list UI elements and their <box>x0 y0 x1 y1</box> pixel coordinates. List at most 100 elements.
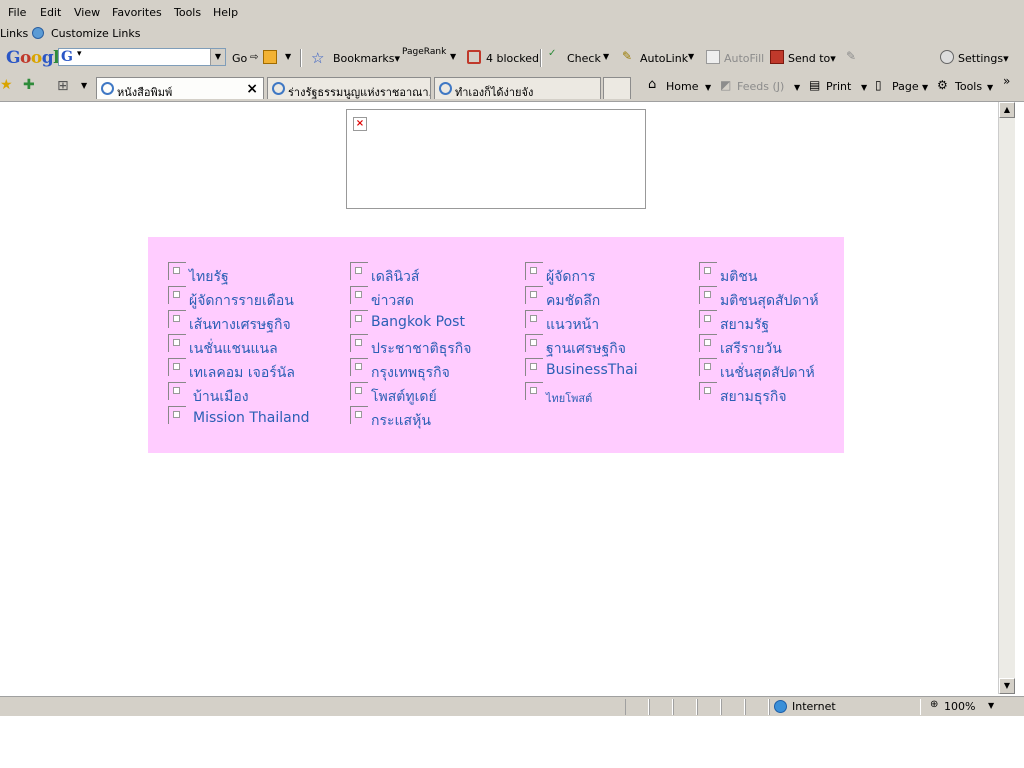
newspaper-name[interactable]: กระแสหุ้น <box>371 410 431 432</box>
links-bar: Links Customize Links <box>0 24 1024 44</box>
image-placeholder-icon <box>168 334 186 352</box>
menu-view[interactable]: View <box>74 6 100 19</box>
status-cell <box>649 699 673 715</box>
send-to-button[interactable]: Send to▾ <box>788 52 836 65</box>
puzzle-icon[interactable] <box>263 50 277 64</box>
favorites-star-icon[interactable]: ★ <box>0 77 13 93</box>
star-icon[interactable]: ☆ <box>311 49 324 67</box>
image-placeholder-icon <box>168 358 186 376</box>
chevron-more-icon[interactable]: » <box>1003 74 1010 88</box>
newspaper-name[interactable]: แนวหน้า <box>546 314 599 336</box>
new-tab-button[interactable] <box>603 77 631 99</box>
banner-placeholder: × <box>346 109 646 209</box>
chevron-down-icon[interactable]: ▼ <box>285 52 291 61</box>
ie-tab-icon <box>272 82 285 95</box>
quick-tabs-icon[interactable]: ⊞ <box>57 78 69 94</box>
spellcheck-icon[interactable]: ✓ <box>548 48 556 59</box>
newspaper-name[interactable]: เส้นทางเศรษฐกิจ <box>189 314 291 336</box>
tab-diy[interactable]: ทำเองก็ได้ง่ายจัง <box>434 77 601 99</box>
home-icon[interactable]: ⌂ <box>648 77 656 92</box>
zoom-level[interactable]: 100% <box>944 700 975 713</box>
bookmarks-button[interactable]: Bookmarks▾ <box>333 52 400 65</box>
page-icon[interactable]: ▯ <box>875 78 882 92</box>
check-button[interactable]: Check <box>567 52 601 65</box>
autolink-button[interactable]: AutoLink <box>640 52 688 65</box>
chevron-down-icon[interactable]: ▼ <box>988 701 994 710</box>
tools-button[interactable]: Tools <box>955 80 982 93</box>
search-dropdown-button[interactable]: ▼ <box>210 49 225 65</box>
newspaper-name[interactable]: ประชาชาติธุรกิจ <box>371 338 472 360</box>
chevron-down-icon[interactable]: ▼ <box>987 83 993 92</box>
newspaper-name[interactable]: ฐานเศรษฐกิจ <box>546 338 626 360</box>
vertical-scrollbar[interactable]: ▲ ▼ <box>998 102 1015 694</box>
menu-help[interactable]: Help <box>213 6 238 19</box>
newspaper-name[interactable]: เนชั่นแชนแนล <box>189 338 278 360</box>
chevron-down-icon[interactable]: ▼ <box>603 52 609 61</box>
settings-icon[interactable] <box>940 50 954 64</box>
menu-tools[interactable]: Tools <box>174 6 201 19</box>
menu-favorites[interactable]: Favorites <box>112 6 162 19</box>
newspaper-name[interactable]: เสรีรายวัน <box>720 338 782 360</box>
customize-links-link[interactable]: Customize Links <box>51 27 141 40</box>
chevron-down-icon[interactable]: ▼ <box>922 83 928 92</box>
newspaper-name[interactable]: สยามธุรกิจ <box>720 386 787 408</box>
menu-file[interactable]: File <box>8 6 26 19</box>
close-tab-icon[interactable]: × <box>246 81 258 97</box>
links-label[interactable]: Links <box>0 27 28 40</box>
newspaper-name[interactable]: ไทยรัฐ <box>189 266 229 288</box>
go-button[interactable]: Go <box>232 52 247 65</box>
arrows-icon[interactable]: ⇨ <box>250 52 258 63</box>
newspaper-name[interactable]: คมชัดลึก <box>546 290 600 312</box>
scroll-down-button[interactable]: ▼ <box>999 678 1015 694</box>
gear-icon[interactable]: ⚙ <box>937 78 948 92</box>
chevron-down-icon[interactable]: ▼ <box>705 83 711 92</box>
add-favorite-icon[interactable]: ✚ <box>23 77 35 93</box>
zoom-icon[interactable]: ⊕ <box>930 699 938 710</box>
image-placeholder-icon <box>168 262 186 280</box>
ie-tab-icon <box>101 82 114 95</box>
menu-edit[interactable]: Edit <box>40 6 61 19</box>
chevron-down-icon[interactable]: ▼ <box>81 81 87 90</box>
newspaper-name[interactable]: Bangkok Post <box>371 314 465 330</box>
newspaper-name[interactable]: เดลินิวส์ <box>371 266 419 288</box>
status-cell <box>625 699 649 715</box>
newspaper-name[interactable]: เนชั่นสุดสัปดาห์ <box>720 362 815 384</box>
google-search-input[interactable]: G ▾ ▼ <box>58 48 226 66</box>
popup-blocked-count[interactable]: 4 blocked <box>486 52 539 65</box>
newspaper-name[interactable]: มติชน <box>720 266 757 288</box>
chevron-down-icon[interactable]: ▼ <box>688 52 694 61</box>
newspaper-name[interactable]: ข่าวสด <box>371 290 414 312</box>
tab-constitution[interactable]: ร่างรัฐธรรมนูญแห่งราชอาณา... <box>267 77 431 99</box>
printer-icon[interactable]: ▤ <box>809 78 820 92</box>
settings-button[interactable]: Settings▾ <box>958 52 1009 65</box>
newspaper-name[interactable]: ไทยโพสต์ <box>546 389 592 407</box>
page-button[interactable]: Page <box>892 80 919 93</box>
newspaper-name[interactable]: Mission Thailand <box>193 410 309 426</box>
newspaper-name[interactable]: BusinessThai <box>546 362 638 378</box>
newspaper-name[interactable]: ผู้จัดการรายเดือน <box>189 290 294 312</box>
newspaper-name[interactable]: เทเลคอม เจอร์นัล <box>189 362 295 384</box>
status-bar <box>0 696 1024 716</box>
newspaper-name[interactable]: สยามรัฐ <box>720 314 769 336</box>
newspaper-name[interactable]: ผู้จัดการ <box>546 266 595 288</box>
newspaper-name[interactable]: มติชนสุดสัปดาห์ <box>720 290 819 312</box>
chevron-down-icon[interactable]: ▼ <box>861 83 867 92</box>
newspaper-name[interactable]: โพสต์ทูเดย์ <box>371 386 437 408</box>
popup-blocker-icon[interactable] <box>467 50 481 64</box>
autolink-icon[interactable]: ✎ <box>622 49 632 63</box>
chevron-down-icon[interactable]: ▾ <box>77 49 82 59</box>
chevron-down-icon[interactable]: ▼ <box>450 52 456 61</box>
tab-label: ทำเองก็ได้ง่ายจัง <box>455 86 534 99</box>
tab-newspapers[interactable]: หนังสือพิมพ์ × <box>96 77 264 99</box>
print-button[interactable]: Print <box>826 80 851 93</box>
newspaper-name[interactable]: กรุงเทพธุรกิจ <box>371 362 450 384</box>
google-toolbar: Google G ▾ ▼ Go ⇨ ▼ ☆ Bookmarks▾ PageRan… <box>0 44 1024 110</box>
google-g-icon[interactable]: G <box>61 49 73 65</box>
home-button[interactable]: Home <box>666 80 698 93</box>
scroll-up-button[interactable]: ▲ <box>999 102 1015 118</box>
newspaper-name[interactable]: บ้านเมือง <box>193 386 249 408</box>
image-placeholder-icon <box>168 382 186 400</box>
chevron-down-icon[interactable]: ▼ <box>794 83 800 92</box>
status-cell <box>745 699 769 715</box>
send-to-icon[interactable] <box>770 50 784 64</box>
